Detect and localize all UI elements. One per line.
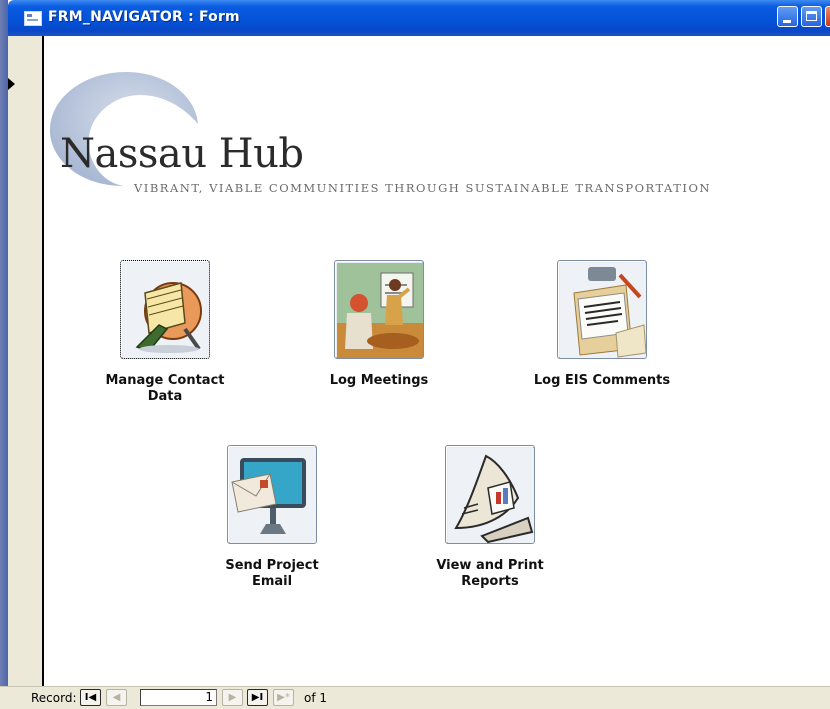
maximize-button[interactable] [801, 6, 822, 27]
new-record-button[interactable]: ▶* [273, 689, 294, 706]
log-meetings-label-line1: Log Meetings [329, 373, 429, 388]
form-body: Nassau Hub VIBRANT, VIABLE COMMUNITIES T… [46, 36, 830, 686]
previous-record-button[interactable]: ◀ [106, 689, 127, 706]
log-meetings-label: Log Meetings [299, 373, 459, 389]
view-and-print-reports-button[interactable] [445, 445, 535, 544]
view-and-print-reports-label-line2: Reports [461, 574, 519, 589]
send-project-email-label: Send Project Email [192, 558, 352, 590]
monitor-email-icon [230, 448, 316, 543]
manage-contact-label-line2: Data [147, 389, 183, 404]
record-count: of 1 [304, 691, 328, 705]
log-eis-comments-label-line1: Log EIS Comments [533, 373, 671, 388]
record-label: Record: [31, 691, 77, 705]
rolodex-icon [123, 263, 209, 358]
manage-contact-data-label: Manage Contact Data [85, 373, 245, 405]
last-record-button[interactable]: ▶I [247, 689, 268, 706]
form-icon[interactable] [24, 11, 42, 26]
open-report-icon [448, 448, 534, 543]
presentation-meeting-icon [337, 263, 423, 358]
logo-tagline: VIBRANT, VIABLE COMMUNITIES THROUGH SUST… [134, 181, 711, 195]
view-and-print-reports-label-line1: View and Print [436, 558, 544, 573]
window-title: FRM_NAVIGATOR : Form [48, 9, 240, 25]
view-and-print-reports-label: View and Print Reports [410, 558, 570, 590]
record-selector[interactable] [8, 36, 44, 686]
minimize-button[interactable] [777, 6, 798, 27]
next-record-button[interactable]: ▶ [222, 689, 243, 706]
log-eis-comments-label: Log EIS Comments [522, 373, 682, 389]
title-bar[interactable]: FRM_NAVIGATOR : Form [8, 0, 830, 36]
log-meetings-button[interactable] [334, 260, 424, 359]
log-eis-comments-button[interactable] [557, 260, 647, 359]
first-record-button[interactable]: I◀ [80, 689, 101, 706]
manage-contact-label-line1: Manage Contact [105, 373, 225, 388]
window-left-border [0, 0, 8, 709]
current-record-arrow-icon [8, 78, 15, 90]
close-button[interactable] [825, 6, 830, 27]
current-record-input[interactable]: 1 [140, 689, 217, 706]
clipboard-comments-icon [560, 263, 646, 358]
send-project-email-button[interactable] [227, 445, 317, 544]
manage-contact-data-button[interactable] [120, 260, 210, 359]
record-navigation-bar: Record: I◀ ◀ 1 ▶ ▶I ▶* of 1 [0, 686, 830, 709]
send-project-email-label-line1: Send Project [225, 558, 319, 573]
logo-wordmark: Nassau Hub [60, 131, 304, 177]
send-project-email-label-line2: Email [251, 574, 293, 589]
